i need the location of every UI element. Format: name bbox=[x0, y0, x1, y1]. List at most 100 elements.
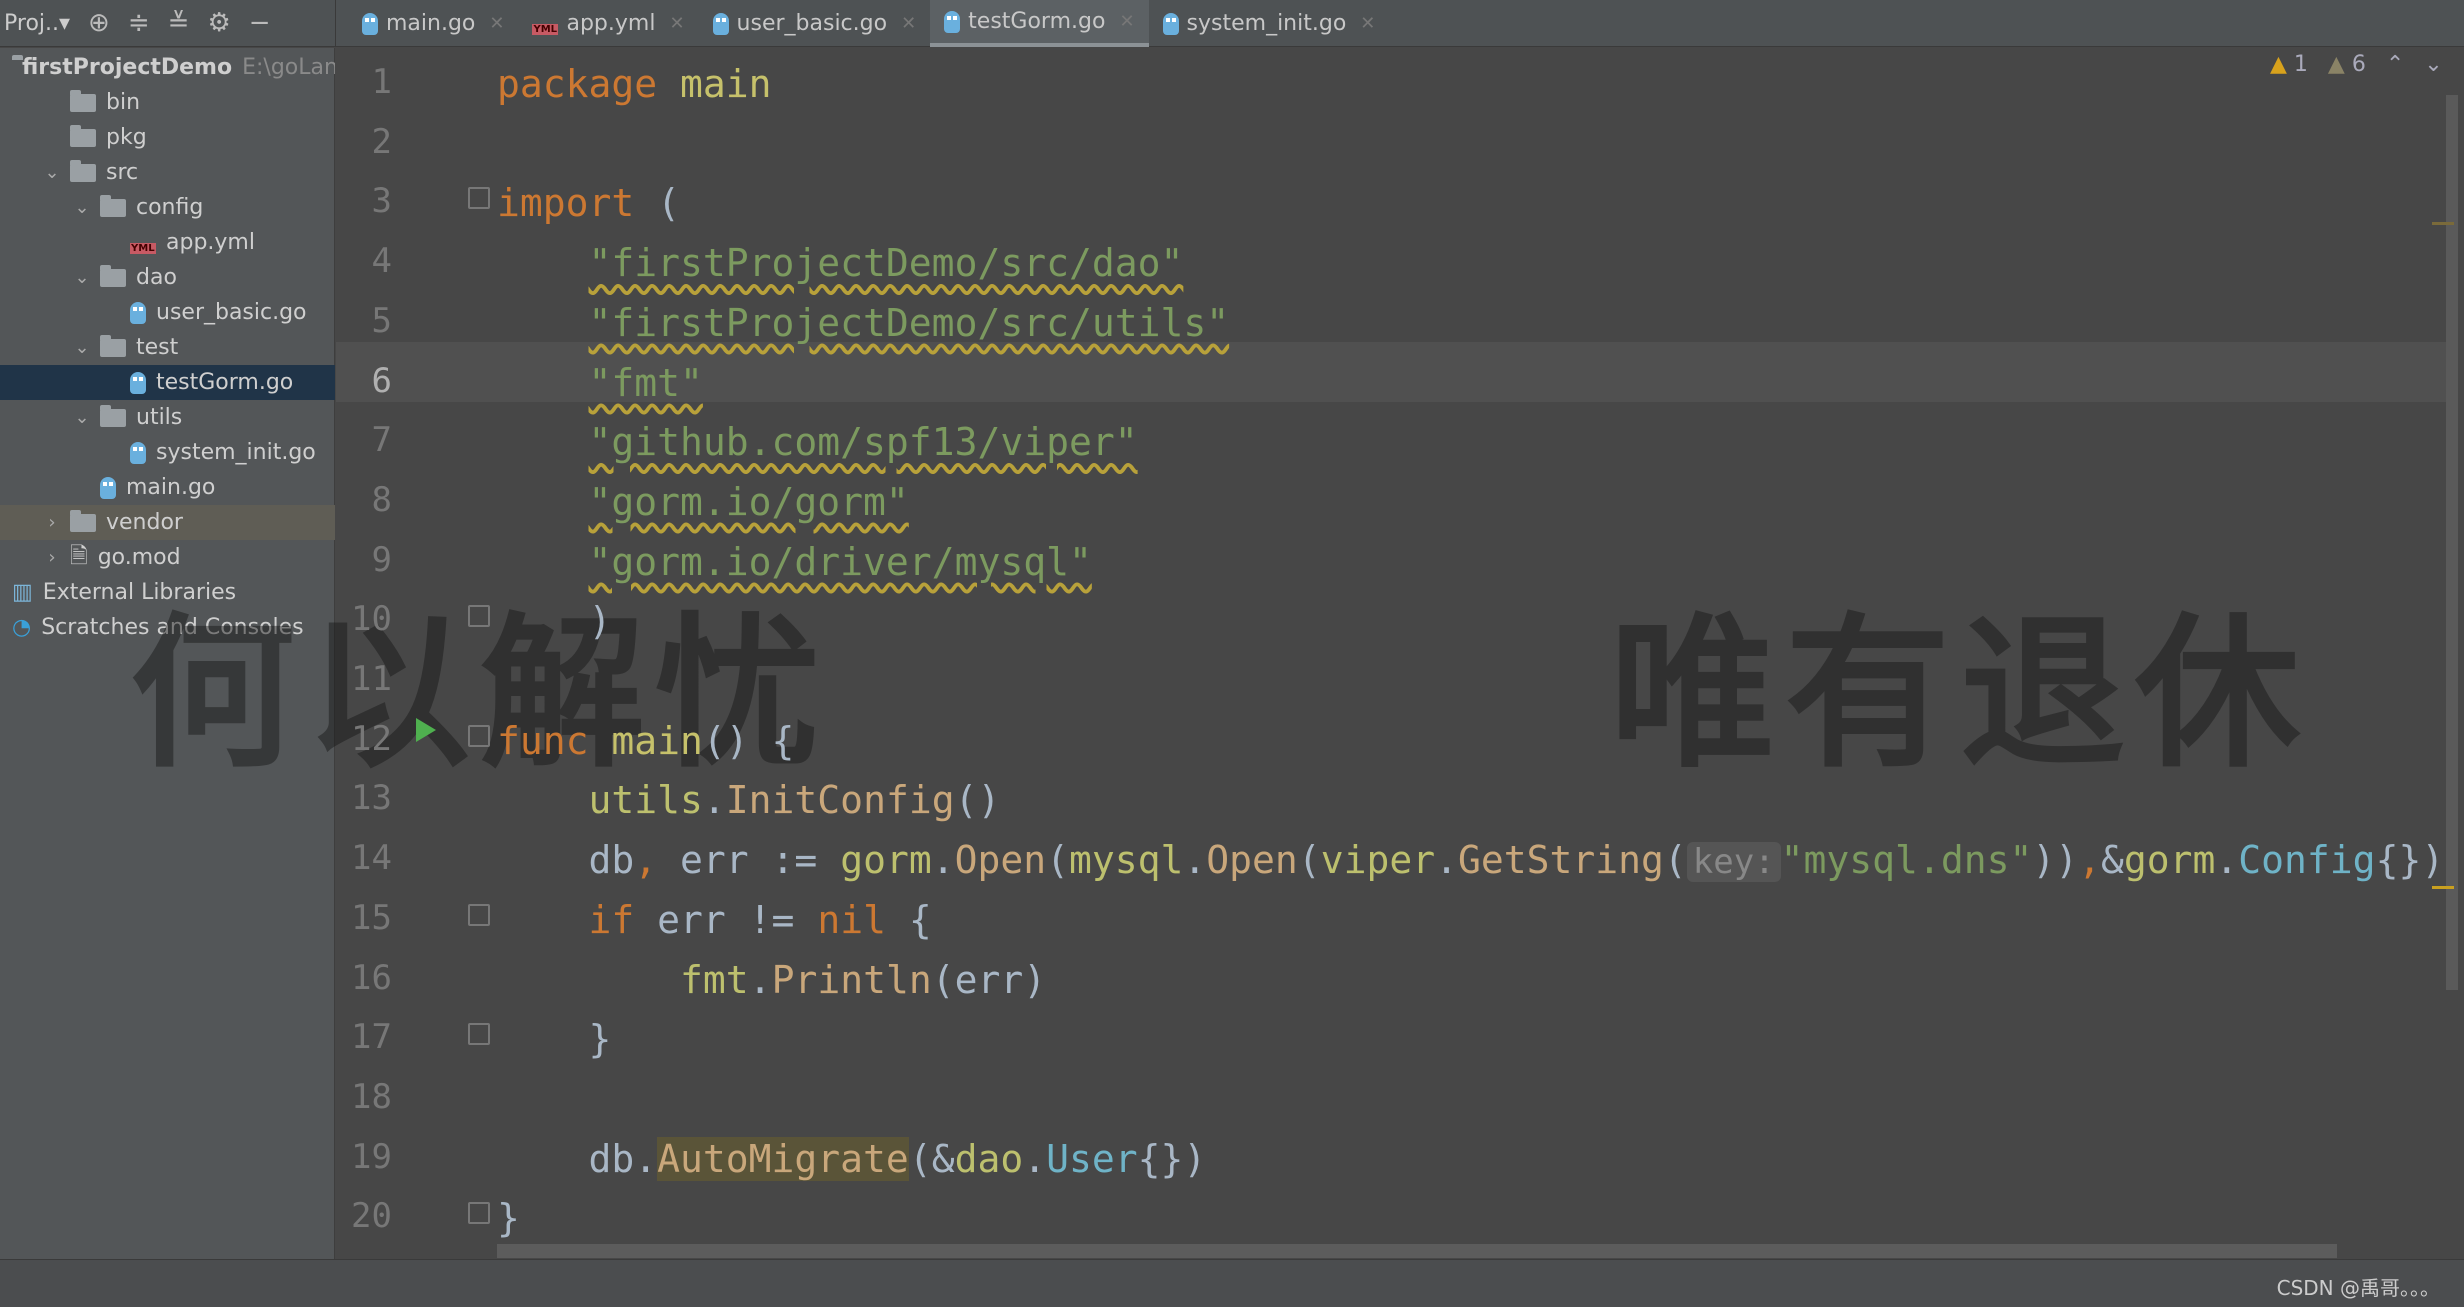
code-token: . bbox=[931, 838, 955, 883]
code-token: db bbox=[497, 838, 635, 883]
close-icon[interactable]: ✕ bbox=[1119, 11, 1134, 32]
locate-icon[interactable]: ⊕ bbox=[88, 8, 110, 38]
error-stripe-mark[interactable] bbox=[2432, 886, 2454, 889]
gear-icon[interactable]: ⚙ bbox=[207, 8, 230, 38]
tab-label: app.yml bbox=[566, 11, 656, 36]
run-icon[interactable] bbox=[416, 718, 436, 742]
tab-system-init-go[interactable]: system_init.go ✕ bbox=[1149, 0, 1390, 47]
code-token: "firstProjectDemo/src/utils" bbox=[588, 300, 1230, 345]
watermark-right: 唯有退休 bbox=[1610, 598, 2310, 790]
go-file-icon bbox=[100, 476, 116, 499]
previous-highlight-icon[interactable]: ⌃ bbox=[2386, 52, 2404, 77]
tab-user-basic-go[interactable]: user_basic.go ✕ bbox=[699, 0, 931, 47]
code-token: . bbox=[1435, 838, 1458, 883]
library-icon: ▥ bbox=[12, 580, 33, 605]
line-number: 16 bbox=[351, 957, 392, 998]
fold-marker-icon[interactable] bbox=[468, 903, 490, 926]
tree-item[interactable]: pkg bbox=[0, 120, 335, 155]
fold-marker-icon[interactable] bbox=[468, 605, 490, 628]
fold-marker-icon[interactable] bbox=[468, 1023, 490, 1046]
code-token: nil bbox=[817, 897, 909, 942]
code-line: "gorm.io/gorm" bbox=[497, 472, 909, 532]
tree-item[interactable]: ⌄ dao bbox=[0, 260, 335, 295]
editor-vertical-scrollbar[interactable] bbox=[2446, 95, 2458, 990]
go-file-icon bbox=[362, 12, 378, 35]
code-token: Open bbox=[954, 838, 1047, 883]
project-view-dropdown[interactable]: Proj..▾ bbox=[4, 11, 70, 36]
close-icon[interactable]: ✕ bbox=[489, 13, 504, 34]
close-icon[interactable]: ✕ bbox=[901, 13, 916, 34]
code-token: AutoMigrate bbox=[657, 1136, 909, 1181]
tab-testgorm-go[interactable]: testGorm.go ✕ bbox=[930, 0, 1149, 47]
tree-item[interactable]: bin bbox=[0, 85, 335, 120]
tree-item[interactable]: ⌄ src bbox=[0, 155, 335, 190]
tree-item-label: pkg bbox=[106, 125, 147, 150]
code-token: (err) bbox=[931, 957, 1047, 1002]
editor-horizontal-scrollbar[interactable] bbox=[497, 1244, 2337, 1258]
code-line: } bbox=[497, 1188, 520, 1248]
tree-item[interactable]: main.go bbox=[0, 470, 335, 505]
line-number: 2 bbox=[371, 121, 392, 162]
chevron-down-icon[interactable]: ⌄ bbox=[72, 267, 92, 288]
status-bar bbox=[0, 1259, 2464, 1307]
code-token: . bbox=[1183, 838, 1207, 883]
code-token: } bbox=[497, 1196, 520, 1241]
code-token: InitConfig bbox=[725, 778, 955, 823]
tree-item[interactable]: testGorm.go bbox=[0, 365, 335, 400]
code-token: , bbox=[634, 838, 681, 883]
code-token: utils bbox=[588, 778, 703, 823]
chevron-down-icon[interactable]: ⌄ bbox=[72, 407, 92, 428]
expand-all-icon[interactable]: ≑ bbox=[128, 8, 150, 38]
fold-marker-icon[interactable] bbox=[468, 1202, 490, 1225]
chevron-down-icon[interactable]: ⌄ bbox=[42, 162, 62, 183]
code-token: if bbox=[588, 897, 658, 942]
close-icon[interactable]: ✕ bbox=[1360, 13, 1375, 34]
code-token: "mysql.dns" bbox=[1780, 838, 2033, 883]
tab-main-go[interactable]: main.go ✕ bbox=[348, 0, 518, 47]
minimize-icon[interactable]: − bbox=[249, 8, 271, 38]
inspection-widget[interactable]: ▲ 1 ▲ 6 ⌃ ⌄ bbox=[2270, 52, 2443, 77]
tree-item[interactable]: ⌄ config bbox=[0, 190, 335, 225]
code-line: func main() { bbox=[497, 711, 794, 771]
tree-item[interactable]: ⌄ test bbox=[0, 330, 335, 365]
folder-icon bbox=[70, 89, 96, 112]
tree-item-label: main.go bbox=[126, 475, 216, 500]
tree-item[interactable]: ⌄ utils bbox=[0, 400, 335, 435]
error-stripe-mark[interactable] bbox=[2432, 222, 2454, 225]
folder-icon bbox=[70, 124, 96, 147]
tree-item[interactable]: user_basic.go bbox=[0, 295, 335, 330]
credit-text: CSDN @禹哥。。。 bbox=[2276, 1276, 2440, 1300]
fold-marker-icon[interactable] bbox=[468, 724, 490, 747]
code-token: ( bbox=[1297, 838, 1321, 883]
tree-item[interactable]: › vendor bbox=[0, 505, 335, 540]
tab-app-yml[interactable]: app.yml ✕ bbox=[518, 0, 698, 47]
close-icon[interactable]: ✕ bbox=[669, 13, 684, 34]
code-token: viper bbox=[1320, 838, 1436, 883]
chevron-down-icon[interactable]: ⌄ bbox=[72, 337, 92, 358]
code-token: err != bbox=[657, 897, 818, 942]
collapse-all-icon[interactable]: ≚ bbox=[168, 8, 190, 38]
tree-item[interactable]: firstProjectDemo E:\goLand bbox=[0, 50, 335, 85]
line-number: 10 bbox=[351, 599, 392, 640]
tree-item[interactable]: app.yml bbox=[0, 225, 335, 260]
go-file-icon bbox=[130, 371, 146, 394]
chevron-down-icon[interactable]: ⌄ bbox=[72, 197, 92, 218]
tree-item-label: firstProjectDemo bbox=[22, 55, 233, 80]
fold-marker-icon[interactable] bbox=[468, 187, 490, 210]
code-line: db, err := gorm.Open(mysql.Open(viper.Ge… bbox=[497, 830, 2444, 890]
chevron-right-icon[interactable]: › bbox=[42, 512, 62, 533]
tree-item[interactable]: system_init.go bbox=[0, 435, 335, 470]
chevron-right-icon[interactable]: › bbox=[42, 547, 62, 568]
folder-icon bbox=[70, 159, 96, 182]
warning-icon: ▲ bbox=[2270, 52, 2287, 77]
weak-warning-count: 6 bbox=[2351, 52, 2366, 77]
top-toolbar: Proj..▾ ⊕ ≑ ≚ ⚙ − main.go✕app.yml✕user_b… bbox=[0, 0, 2464, 47]
code-token: ) bbox=[497, 599, 612, 644]
code-line: } bbox=[497, 1009, 612, 1069]
next-highlight-icon[interactable]: ⌄ bbox=[2424, 52, 2442, 77]
line-number: 1 bbox=[371, 62, 392, 102]
code-token: ( bbox=[1663, 838, 1687, 883]
